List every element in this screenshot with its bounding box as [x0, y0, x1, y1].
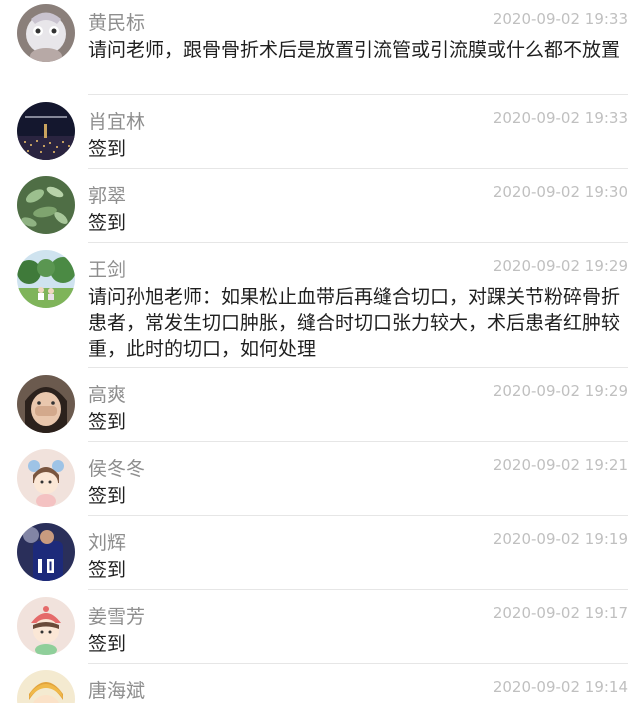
comment-text: 签到: [88, 559, 127, 581]
comment-item[interactable]: 高爽 2020-09-02 19:29 签到: [0, 368, 640, 442]
park-scene-avatar[interactable]: [17, 250, 75, 308]
commenter-name: 王剑: [88, 259, 127, 281]
child-photo-avatar[interactable]: [17, 375, 75, 433]
comment-time: 2020-09-02 19:30: [492, 183, 628, 201]
comment-text: 签到: [88, 212, 127, 234]
comment-time: 2020-09-02 19:29: [492, 382, 628, 400]
football-player-avatar[interactable]: [17, 523, 75, 581]
comment-item[interactable]: 王剑 2020-09-02 19:29 请问孙旭老师：如果松止血带后再缝合切口，…: [0, 243, 640, 368]
commenter-name: 唐海斌: [88, 680, 146, 702]
commenter-name: 侯冬冬: [88, 458, 146, 480]
comment-text: 签到: [88, 138, 127, 160]
comment-text: 签到: [88, 411, 127, 433]
comment-text: 请问孙旭老师：如果松止血带后再缝合切口，对踝关节粉碎骨折患者，常发生切口肿胀，缝…: [88, 286, 621, 360]
comment-item[interactable]: 侯冬冬 2020-09-02 19:21 签到: [0, 442, 640, 516]
comment-item[interactable]: 刘辉 2020-09-02 19:19 签到: [0, 516, 640, 590]
comment-time: 2020-09-02 19:17: [492, 604, 628, 622]
cartoon-character-avatar[interactable]: [17, 4, 75, 62]
comment-time: 2020-09-02 19:14: [492, 678, 628, 696]
comment-item[interactable]: 黄民标 2020-09-02 19:33 请问老师，跟骨骨折术后是放置引流管或引…: [0, 0, 640, 95]
city-night-avatar[interactable]: [17, 102, 75, 160]
comment-list: 黄民标 2020-09-02 19:33 请问老师，跟骨骨折术后是放置引流管或引…: [0, 0, 640, 703]
commenter-name: 高爽: [88, 384, 127, 406]
commenter-name: 姜雪芳: [88, 606, 146, 628]
comment-time: 2020-09-02 19:21: [492, 456, 628, 474]
comment-time: 2020-09-02 19:33: [492, 10, 628, 28]
comment-text: 请问老师，跟骨骨折术后是放置引流管或引流膜或什么都不放置: [88, 39, 621, 61]
commenter-name: 刘辉: [88, 532, 127, 554]
comment-time: 2020-09-02 19:33: [492, 109, 628, 127]
comment-text: 签到: [88, 633, 127, 655]
cartoon-girl-hat-avatar[interactable]: [17, 597, 75, 655]
comment-time: 2020-09-02 19:19: [492, 530, 628, 548]
cartoon-boy-avatar[interactable]: [17, 670, 75, 703]
comment-item[interactable]: 肖宜林 2020-09-02 19:33 签到: [0, 95, 640, 169]
comment-time: 2020-09-02 19:29: [492, 257, 628, 275]
comment-item[interactable]: 郭翠 2020-09-02 19:30 签到: [0, 169, 640, 243]
comment-item[interactable]: 姜雪芳 2020-09-02 19:17 签到: [0, 590, 640, 664]
cartoon-girl-avatar[interactable]: [17, 449, 75, 507]
commenter-name: 郭翠: [88, 185, 127, 207]
commenter-name: 肖宜林: [88, 111, 146, 133]
comment-item[interactable]: 唐海斌 2020-09-02 19:14: [0, 664, 640, 703]
comment-text: 签到: [88, 485, 127, 507]
commenter-name: 黄民标: [88, 12, 146, 34]
plant-leaves-avatar[interactable]: [17, 176, 75, 234]
